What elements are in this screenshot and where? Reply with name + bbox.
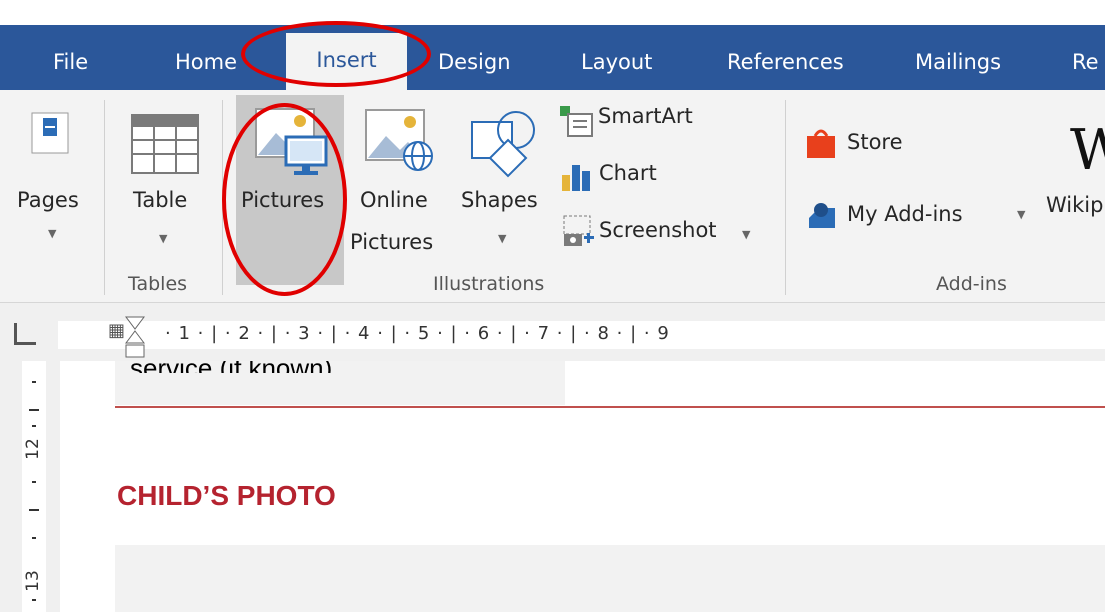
my-addins-button[interactable]: My Add-ins ▼ (805, 196, 1030, 236)
pages-button[interactable] (18, 100, 88, 265)
tab-references[interactable]: References (727, 42, 844, 82)
my-addins-label: My Add-ins (847, 202, 963, 226)
tab-design[interactable]: Design (438, 42, 511, 82)
online-pictures-icon (365, 109, 433, 171)
tab-file[interactable]: File (53, 42, 88, 82)
group-label-addins: Add-ins (936, 273, 1007, 295)
wikipedia-label: Wikip (1046, 193, 1104, 217)
screenshot-label: Screenshot (599, 218, 717, 242)
tab-stop-selector-icon[interactable] (14, 323, 36, 345)
online-pictures-label-1: Online (360, 188, 428, 212)
table-label: Table (133, 188, 188, 212)
vruler-number: 13 (22, 570, 43, 592)
pages-icon (31, 112, 69, 154)
column-marker-icon[interactable]: ▦ (108, 320, 125, 341)
store-button[interactable]: Store (805, 124, 925, 164)
annotation-circle-insert-tab (241, 21, 431, 87)
group-label-illustrations: Illustrations (433, 273, 545, 295)
separator (785, 100, 786, 295)
smartart-button[interactable]: SmartArt (558, 102, 728, 140)
shapes-icon (471, 111, 535, 178)
photo-field[interactable] (115, 545, 1105, 612)
pages-label: Pages (17, 188, 79, 212)
vertical-ruler[interactable]: 12 13 (0, 361, 60, 612)
smartart-label: SmartArt (598, 104, 693, 128)
tab-home[interactable]: Home (175, 42, 237, 82)
tab-review[interactable]: Re (1072, 42, 1099, 82)
store-icon (807, 129, 835, 158)
chart-label: Chart (599, 161, 657, 185)
tab-layout[interactable]: Layout (581, 42, 652, 82)
ruler-ticks: · 1 · | · 2 · | · 3 · | · 4 · | · 5 · | … (165, 323, 670, 344)
chart-button[interactable]: Chart (558, 157, 688, 195)
wikipedia-icon: W (1070, 118, 1105, 183)
chevron-down-icon[interactable]: ▼ (498, 232, 506, 245)
horizontal-ruler[interactable]: ▦ · 1 · | · 2 · | · 3 · | · 4 · | · 5 · … (0, 303, 1105, 361)
section-divider (115, 406, 1105, 408)
screenshot-icon (563, 215, 594, 246)
separator (104, 100, 105, 295)
chevron-down-icon[interactable]: ▼ (48, 227, 56, 240)
group-label-tables: Tables (128, 273, 188, 295)
my-addins-icon (809, 203, 835, 228)
smartart-icon (560, 106, 593, 137)
chevron-down-icon: ▼ (742, 228, 751, 241)
vruler-number: 12 (22, 438, 43, 460)
wikipedia-button[interactable]: W Wikip (1040, 100, 1105, 260)
annotation-circle-pictures (222, 103, 347, 296)
chevron-down-icon: ▼ (1017, 208, 1026, 221)
chart-icon (562, 165, 590, 191)
chevron-down-icon[interactable]: ▼ (159, 232, 167, 245)
screenshot-button[interactable]: Screenshot ▼ (558, 212, 768, 250)
store-label: Store (847, 130, 903, 154)
table-icon (131, 114, 199, 174)
section-title: CHILD’S PHOTO (117, 480, 336, 511)
online-pictures-label-2: Pictures (350, 230, 434, 254)
previous-field-text: service (if known). (130, 361, 340, 373)
tab-mailings[interactable]: Mailings (915, 42, 1001, 82)
shapes-label: Shapes (461, 188, 538, 212)
